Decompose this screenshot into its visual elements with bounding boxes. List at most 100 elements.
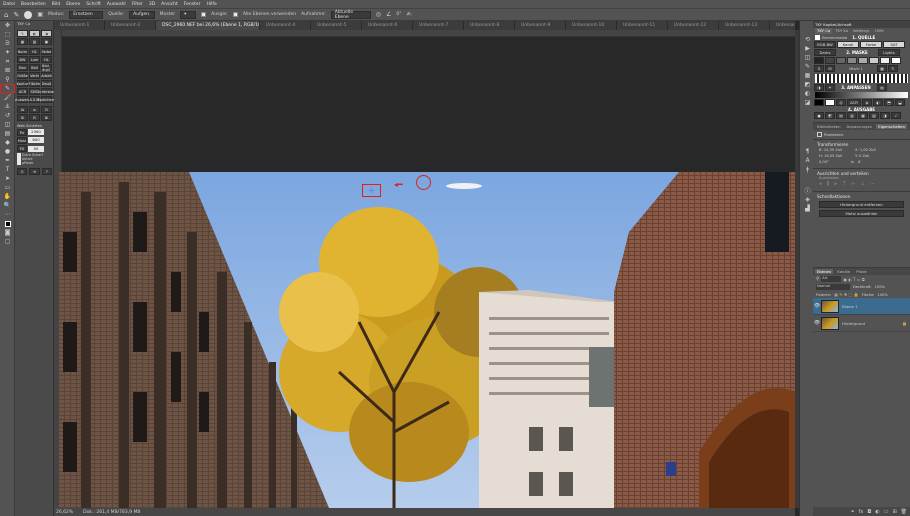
quick-mask-icon[interactable]: ◙ <box>0 228 15 237</box>
acr-button[interactable]: ACR <box>847 99 861 106</box>
layers-tab[interactable]: Pfade <box>854 269 869 274</box>
x-field[interactable]: X: 1,00 Zoll <box>855 148 876 152</box>
anpassen-icon-2[interactable]: ✦ <box>825 84 835 91</box>
document-tab[interactable]: Unbenannt-14 <box>770 21 795 30</box>
filter-kind-select[interactable]: Art <box>821 276 842 282</box>
quick-select-tool-icon[interactable]: ✦ <box>0 48 15 57</box>
tky-action-button[interactable]: BW <box>17 56 28 63</box>
menu-item[interactable]: Schrift <box>86 2 101 7</box>
swatch-white[interactable] <box>825 99 835 106</box>
document-tab[interactable]: Unbenannt-5 <box>311 21 362 30</box>
mask-tone-5[interactable] <box>858 57 868 64</box>
paste-checkbox[interactable] <box>17 161 21 165</box>
blend-mode-select[interactable]: Normal <box>816 284 850 290</box>
align-right-icon[interactable]: ⫸ <box>834 181 837 187</box>
history-brush-tool-icon[interactable]: ↺ <box>0 111 15 120</box>
shape-tool-icon[interactable]: ▭ <box>0 183 15 192</box>
level-slider[interactable] <box>815 74 908 83</box>
mask-tone-8[interactable] <box>891 57 901 64</box>
more-tools-icon[interactable]: ⋯ <box>0 210 15 219</box>
stamp-tool-icon[interactable]: ⚓ <box>0 102 15 111</box>
align-bottom-icon[interactable]: ⊥ <box>861 181 865 187</box>
anpassen-icon-8[interactable]: ⬓ <box>895 99 905 106</box>
document-tab[interactable]: Unbenannt-8 <box>464 21 515 30</box>
sat-button[interactable]: SAT <box>883 41 905 48</box>
tky-action-button[interactable]: HL <box>41 56 52 63</box>
fx-button[interactable]: FX <box>17 145 27 152</box>
document-tab[interactable]: Unbenannt-10 <box>566 21 617 30</box>
tky-icon-10[interactable]: ⊞ <box>17 114 28 121</box>
healing-brush-preset-icon[interactable]: ✎ <box>13 11 19 19</box>
tky-action-button[interactable]: Bell <box>29 64 40 71</box>
layers-tab[interactable]: Ebenen <box>815 269 834 274</box>
properties-tab[interactable]: Bibliotheken <box>815 124 843 129</box>
tky-action-button[interactable]: Größe <box>17 72 28 79</box>
lasso-tool-icon[interactable]: ᘐ <box>0 39 15 48</box>
menu-item[interactable]: 3D <box>149 2 155 7</box>
tky-icon-8[interactable]: ⧈ <box>29 106 40 113</box>
angle-field[interactable]: 0,00° <box>819 160 847 164</box>
anpassen-icon-6[interactable]: ◐ <box>873 99 883 106</box>
frame-tool-icon[interactable]: ⊠ <box>0 66 15 75</box>
kapitel-tab[interactable]: TKY Ko <box>833 28 850 34</box>
tky-action-button[interactable]: Farbe <box>41 48 52 55</box>
document-tab[interactable]: Unbenannt-1 <box>54 21 105 30</box>
mask-tone-7[interactable] <box>880 57 890 64</box>
type-tool-icon[interactable]: T <box>0 165 15 174</box>
properties-tab[interactable]: Anpassungen <box>845 124 875 129</box>
brush-settings-icon[interactable]: ▣ <box>37 11 43 18</box>
kapitel-tab[interactable]: Hilfe <box>873 28 886 34</box>
zoom-tool-icon[interactable]: 🔍 <box>0 201 15 210</box>
width-field[interactable]: B: 24,39 Zoll <box>819 148 847 152</box>
mask-tone-6[interactable] <box>869 57 879 64</box>
quelle-muster-option[interactable]: Muster <box>160 12 175 17</box>
document-tab[interactable]: Unbenannt-7 <box>413 21 464 30</box>
horz-button[interactable]: Horz <box>17 137 27 144</box>
pressure-icon[interactable]: ✍ <box>407 11 412 18</box>
ausgabe-icon-7[interactable]: ◨ <box>880 112 890 119</box>
path-select-tool-icon[interactable]: ➤ <box>0 174 15 183</box>
layer-name[interactable]: Ebene 1 <box>842 304 858 309</box>
anpassen-icon-7[interactable]: ⬒ <box>884 99 894 106</box>
hand-tool-icon[interactable]: ✋ <box>0 192 15 201</box>
menu-item[interactable]: Filter <box>132 2 143 7</box>
document-tab[interactable]: Unbenannt-11 <box>617 21 668 30</box>
healing-brush-tool-icon[interactable]: ✎ <box>0 84 15 93</box>
menu-item[interactable]: Hilfe <box>207 2 217 7</box>
tky-action-button[interactable]: Dauß <box>41 80 52 87</box>
angle-value[interactable]: 0° <box>396 12 401 17</box>
document-tab[interactable]: Unbenannt-13 <box>719 21 770 30</box>
ruler-horizontal[interactable] <box>62 30 795 37</box>
eraser-tool-icon[interactable]: ◫ <box>0 120 15 129</box>
misch-icon-2[interactable]: ✎ <box>888 65 898 72</box>
filter-search-icon[interactable]: ⚲ <box>816 277 819 282</box>
ignore-adjust-icon[interactable]: ◎ <box>376 11 381 18</box>
ausgabe-icon-6[interactable]: ▧ <box>869 112 879 119</box>
color-swatches-icon[interactable] <box>0 219 15 228</box>
alle-ebenen-checkbox[interactable] <box>232 12 238 17</box>
tky-icon-3[interactable]: ◑ <box>41 30 52 37</box>
anpassen-icon-3[interactable]: ▤ <box>877 84 887 91</box>
tky-icon-9[interactable]: ⊡ <box>41 106 52 113</box>
document-tab[interactable]: DSC_2960.NEF bei 26,6% (Ebene 1, RGB/16) <box>156 21 260 30</box>
ausgabe-icon-8[interactable]: ✓ <box>891 112 901 119</box>
flip-h-icon[interactable]: ⇋ <box>851 160 854 164</box>
farbe-button[interactable]: Farbe <box>860 41 882 48</box>
swatch-black[interactable] <box>814 99 824 106</box>
layer-row[interactable]: 👁 Ebene 1 <box>813 298 910 315</box>
mask-tone-1[interactable] <box>814 57 824 64</box>
zoom-level[interactable]: 26,62% <box>56 510 73 515</box>
visibility-eye-icon[interactable]: 👁 <box>813 303 821 309</box>
tky-action-button[interactable]: Auswahl <box>15 96 30 103</box>
menu-item[interactable]: Datei <box>3 2 15 7</box>
ausgabe-icon-5[interactable]: ▦ <box>858 112 868 119</box>
clone-source-marker[interactable]: ✛ <box>362 184 381 197</box>
lock-icons[interactable]: ▦ ✎ ✥ ⬚ 🔒 <box>834 292 858 297</box>
ausgabe-icon-1[interactable]: ◼ <box>814 112 824 119</box>
new-layer-icon[interactable]: ⊞ <box>892 509 896 515</box>
rgb-bw-button[interactable]: RGB-BW <box>814 41 836 48</box>
menu-item[interactable]: Fenster <box>184 2 201 7</box>
document-tab[interactable]: Unbenannt-9 <box>515 21 566 30</box>
marquee-tool-icon[interactable]: ⬚ <box>0 30 15 39</box>
move-tool-icon[interactable]: ✥ <box>0 21 15 30</box>
